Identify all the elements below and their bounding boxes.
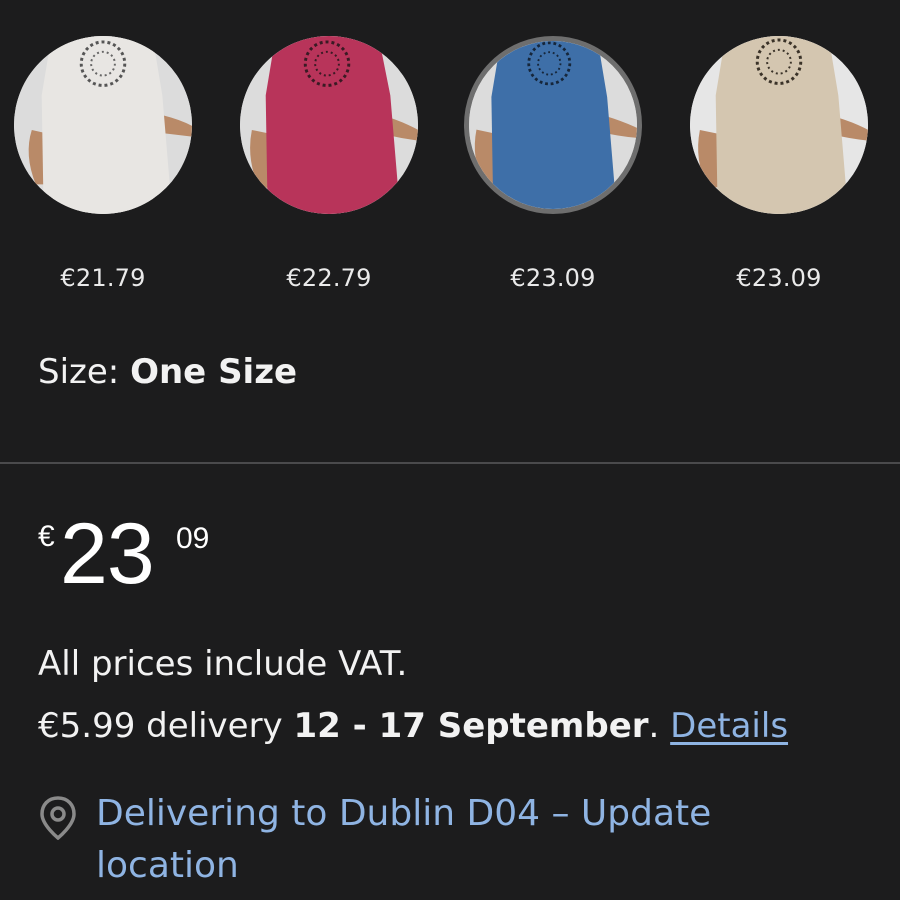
variant-swatch-beige[interactable]: €23.09 [684,36,874,296]
product-page: €21.79 €22.79 €23.09 €23.09 Size: One Si… [0,0,900,900]
price-fraction: 09 [176,522,210,555]
dress-thumbnail-icon [240,36,418,214]
delivery-cost: €5.99 delivery [38,706,294,746]
price-currency: € [38,520,55,553]
delivery-info: €5.99 delivery 12 - 17 September. Detail… [38,706,788,746]
color-variant-selector: €21.79 €22.79 €23.09 €23.09 [0,36,900,306]
variant-image-beige[interactable] [690,36,868,214]
size-label: Size: [38,352,131,392]
variant-price: €23.09 [510,264,596,292]
variant-price: €23.09 [736,264,822,292]
dress-thumbnail-icon [690,36,868,214]
variant-price: €21.79 [60,264,146,292]
dress-thumbnail-icon [469,41,637,209]
section-divider [0,462,900,464]
delivery-suffix: . [648,706,671,746]
variant-price: €22.79 [286,264,372,292]
location-text[interactable]: Delivering to Dublin D04 – Update locati… [96,788,856,892]
variant-image-white[interactable] [14,36,192,214]
variant-swatch-rose[interactable]: €22.79 [234,36,424,296]
dress-thumbnail-icon [14,36,192,214]
delivery-details-link[interactable]: Details [670,706,788,746]
variant-image-rose[interactable] [240,36,418,214]
price-whole: 23 [60,506,155,602]
vat-notice: All prices include VAT. [38,644,408,684]
size-value: One Size [130,352,298,392]
variant-swatch-white[interactable]: €21.79 [8,36,198,296]
location-pin-icon [40,796,76,840]
delivery-dates: 12 - 17 September [293,706,649,746]
size-selector[interactable]: Size: One Size [38,352,297,392]
variant-image-blue[interactable] [464,36,642,214]
variant-swatch-blue[interactable]: €23.09 [458,36,648,296]
